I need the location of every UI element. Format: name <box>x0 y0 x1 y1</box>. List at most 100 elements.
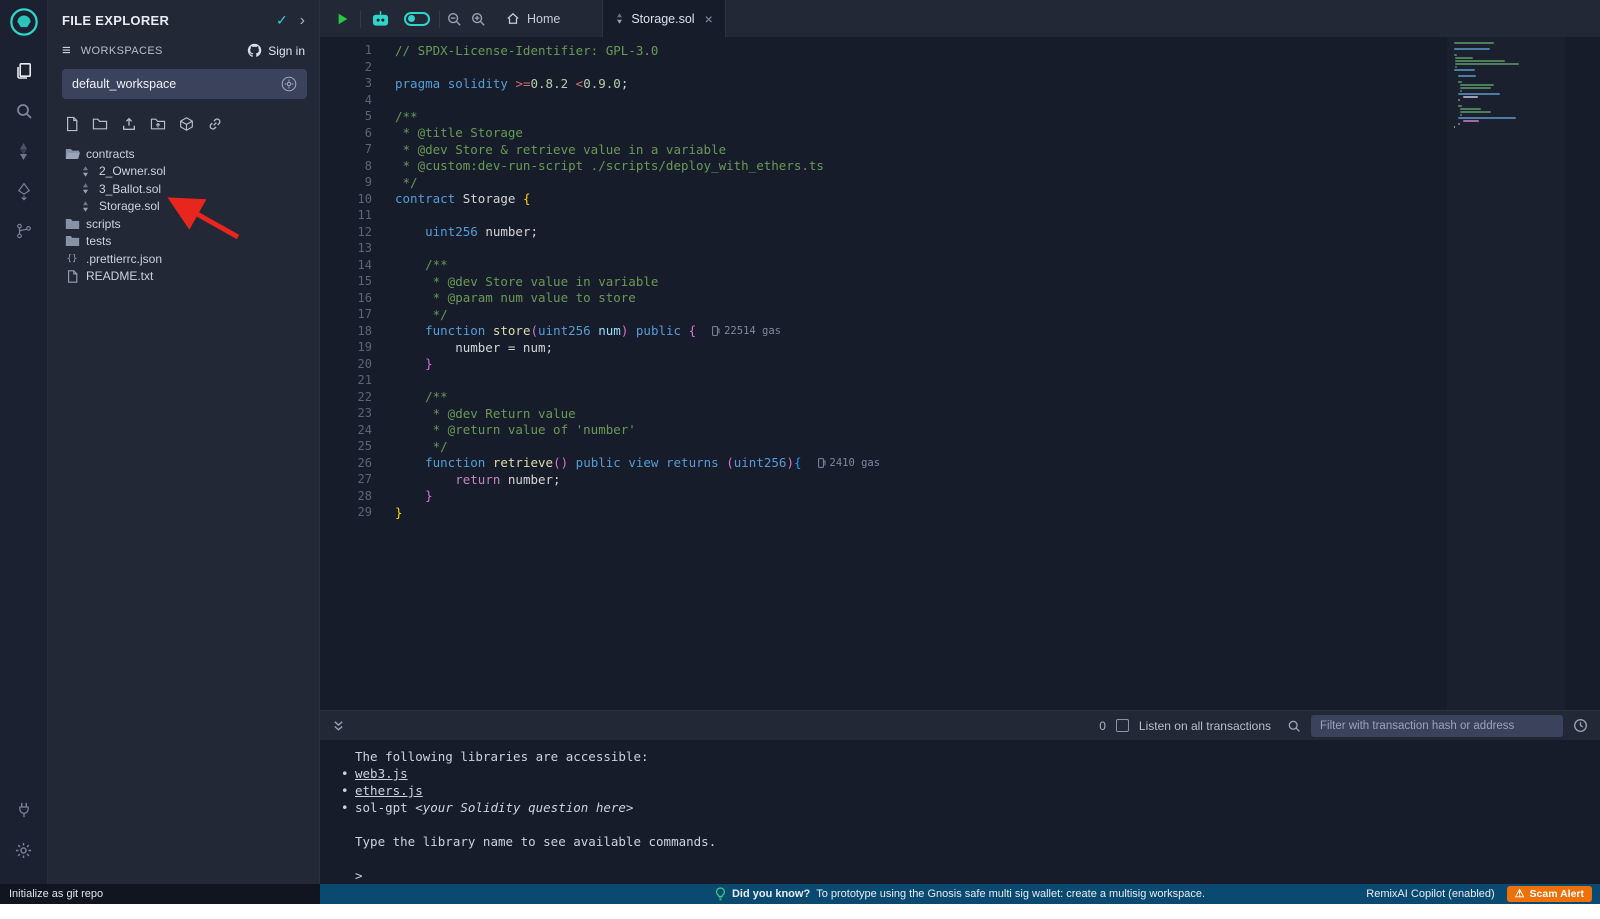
solidity-icon <box>77 200 93 213</box>
workspace-name: default_workspace <box>72 77 281 91</box>
remix-ai-icon[interactable] <box>363 0 397 37</box>
history-clock-icon[interactable] <box>1573 718 1588 733</box>
link-icon[interactable] <box>207 116 223 132</box>
new-folder-icon[interactable] <box>92 117 108 131</box>
folder-open-icon <box>64 148 80 160</box>
copilot-toggle[interactable] <box>397 0 437 37</box>
settings-icon[interactable] <box>0 830 48 870</box>
terminal-search-icon[interactable] <box>1287 719 1301 733</box>
zoom-in-icon[interactable] <box>466 0 490 37</box>
line-number: 3 <box>320 76 372 90</box>
tree-item-contracts[interactable]: contracts <box>48 145 319 163</box>
line-number: 7 <box>320 142 372 156</box>
file-explorer-icon[interactable] <box>0 51 48 91</box>
upload-file-icon[interactable] <box>121 116 137 132</box>
code-line-17[interactable]: 17 */ <box>320 306 1600 323</box>
workspace-gear-icon[interactable] <box>281 76 297 92</box>
minimap[interactable] <box>1447 37 1565 710</box>
scam-alert-button[interactable]: ⚠ Scam Alert <box>1507 886 1592 902</box>
new-file-icon[interactable] <box>65 116 79 132</box>
deploy-run-icon[interactable] <box>0 171 48 211</box>
tree-item-storage-sol[interactable]: Storage.sol <box>48 198 319 216</box>
line-number: 12 <box>320 225 372 239</box>
code-line-27[interactable]: 27 return number; <box>320 471 1600 488</box>
terminal-line: The following libraries are accessible: <box>355 749 1600 766</box>
copilot-status[interactable]: RemixAI Copilot (enabled) <box>1366 888 1494 900</box>
code-line-7[interactable]: 7 * @dev Store & retrieve value in a var… <box>320 141 1600 158</box>
code-line-3[interactable]: 3pragma solidity >=0.8.2 <0.9.0; <box>320 75 1600 92</box>
terminal-line <box>355 817 1600 834</box>
plugin-manager-icon[interactable] <box>0 790 48 830</box>
code-line-4[interactable]: 4 <box>320 92 1600 109</box>
code-line-26[interactable]: 26 function retrieve() public view retur… <box>320 455 1600 472</box>
code-line-13[interactable]: 13 <box>320 240 1600 257</box>
sign-in-label: Sign in <box>268 44 305 58</box>
tab-storage-sol[interactable]: Storage.sol × <box>602 0 725 37</box>
code-line-23[interactable]: 23 * @dev Return value <box>320 405 1600 422</box>
code-line-18[interactable]: 18 function store(uint256 num) public { … <box>320 323 1600 340</box>
toolbar-divider <box>439 10 440 28</box>
listen-checkbox[interactable] <box>1116 719 1129 732</box>
code-line-1[interactable]: 1// SPDX-License-Identifier: GPL-3.0 <box>320 42 1600 59</box>
remix-logo[interactable] <box>9 7 39 37</box>
code-line-28[interactable]: 28 } <box>320 488 1600 505</box>
sign-in-button[interactable]: Sign in <box>247 43 305 58</box>
code-line-11[interactable]: 11 <box>320 207 1600 224</box>
code-editor[interactable]: 1// SPDX-License-Identifier: GPL-3.02 3p… <box>320 37 1600 710</box>
home-tab[interactable]: Home <box>490 0 576 37</box>
git-init-status[interactable]: Initialize as git repo <box>0 884 320 904</box>
close-tab-icon[interactable]: × <box>705 12 713 26</box>
line-number: 17 <box>320 307 372 321</box>
line-number: 19 <box>320 340 372 354</box>
run-script-button[interactable] <box>328 0 358 37</box>
terminal-link[interactable]: web3.js <box>355 766 408 781</box>
line-number: 8 <box>320 159 372 173</box>
collapse-terminal-icon[interactable] <box>332 719 345 733</box>
home-icon <box>506 12 520 25</box>
hamburger-menu-icon[interactable]: ≡ <box>62 42 71 59</box>
code-line-8[interactable]: 8 * @custom:dev-run-script ./scripts/dep… <box>320 158 1600 175</box>
terminal-line: •ethers.js <box>355 783 1600 800</box>
warning-icon: ⚠ <box>1515 889 1525 900</box>
search-icon[interactable] <box>0 91 48 131</box>
line-number: 22 <box>320 390 372 404</box>
zoom-out-icon[interactable] <box>442 0 466 37</box>
tree-item-scripts[interactable]: scripts <box>48 215 319 233</box>
did-you-know-tip: Did you know? To prototype using the Gno… <box>715 887 1205 901</box>
code-line-16[interactable]: 16 * @param num value to store <box>320 290 1600 307</box>
code-line-14[interactable]: 14 /** <box>320 257 1600 274</box>
code-line-22[interactable]: 22 /** <box>320 389 1600 406</box>
code-line-29[interactable]: 29} <box>320 504 1600 521</box>
code-line-5[interactable]: 5/** <box>320 108 1600 125</box>
code-line-15[interactable]: 15 * @dev Store value in variable <box>320 273 1600 290</box>
line-number: 16 <box>320 291 372 305</box>
code-line-10[interactable]: 10contract Storage { <box>320 191 1600 208</box>
chevron-right-icon[interactable]: › <box>300 13 305 29</box>
line-number: 27 <box>320 472 372 486</box>
transaction-filter-input[interactable] <box>1311 715 1563 737</box>
code-line-12[interactable]: 12 uint256 number; <box>320 224 1600 241</box>
check-icon[interactable]: ✓ <box>276 12 288 29</box>
line-number: 28 <box>320 489 372 503</box>
code-line-25[interactable]: 25 */ <box>320 438 1600 455</box>
listen-label[interactable]: Listen on all transactions <box>1139 719 1271 733</box>
upload-folder-icon[interactable] <box>150 117 166 131</box>
code-line-2[interactable]: 2 <box>320 59 1600 76</box>
code-line-9[interactable]: 9 */ <box>320 174 1600 191</box>
code-line-20[interactable]: 20 } <box>320 356 1600 373</box>
code-line-19[interactable]: 19 number = num; <box>320 339 1600 356</box>
tree-item-readme-txt[interactable]: README.txt <box>48 268 319 286</box>
workspace-select[interactable]: default_workspace <box>62 69 307 99</box>
source-control-icon[interactable] <box>0 211 48 251</box>
code-line-21[interactable]: 21 <box>320 372 1600 389</box>
publish-box-icon[interactable] <box>179 116 194 132</box>
terminal-output[interactable]: The following libraries are accessible: •… <box>320 740 1600 884</box>
code-line-6[interactable]: 6 * @title Storage <box>320 125 1600 142</box>
tree-item-2-owner-sol[interactable]: 2_Owner.sol <box>48 163 319 181</box>
solidity-compiler-icon[interactable] <box>0 131 48 171</box>
tree-item-tests[interactable]: tests <box>48 233 319 251</box>
tree-item-3-ballot-sol[interactable]: 3_Ballot.sol <box>48 180 319 198</box>
terminal-link[interactable]: ethers.js <box>355 783 423 798</box>
tree-item--prettierrc-json[interactable]: {}.prettierrc.json <box>48 250 319 268</box>
code-line-24[interactable]: 24 * @return value of 'number' <box>320 422 1600 439</box>
